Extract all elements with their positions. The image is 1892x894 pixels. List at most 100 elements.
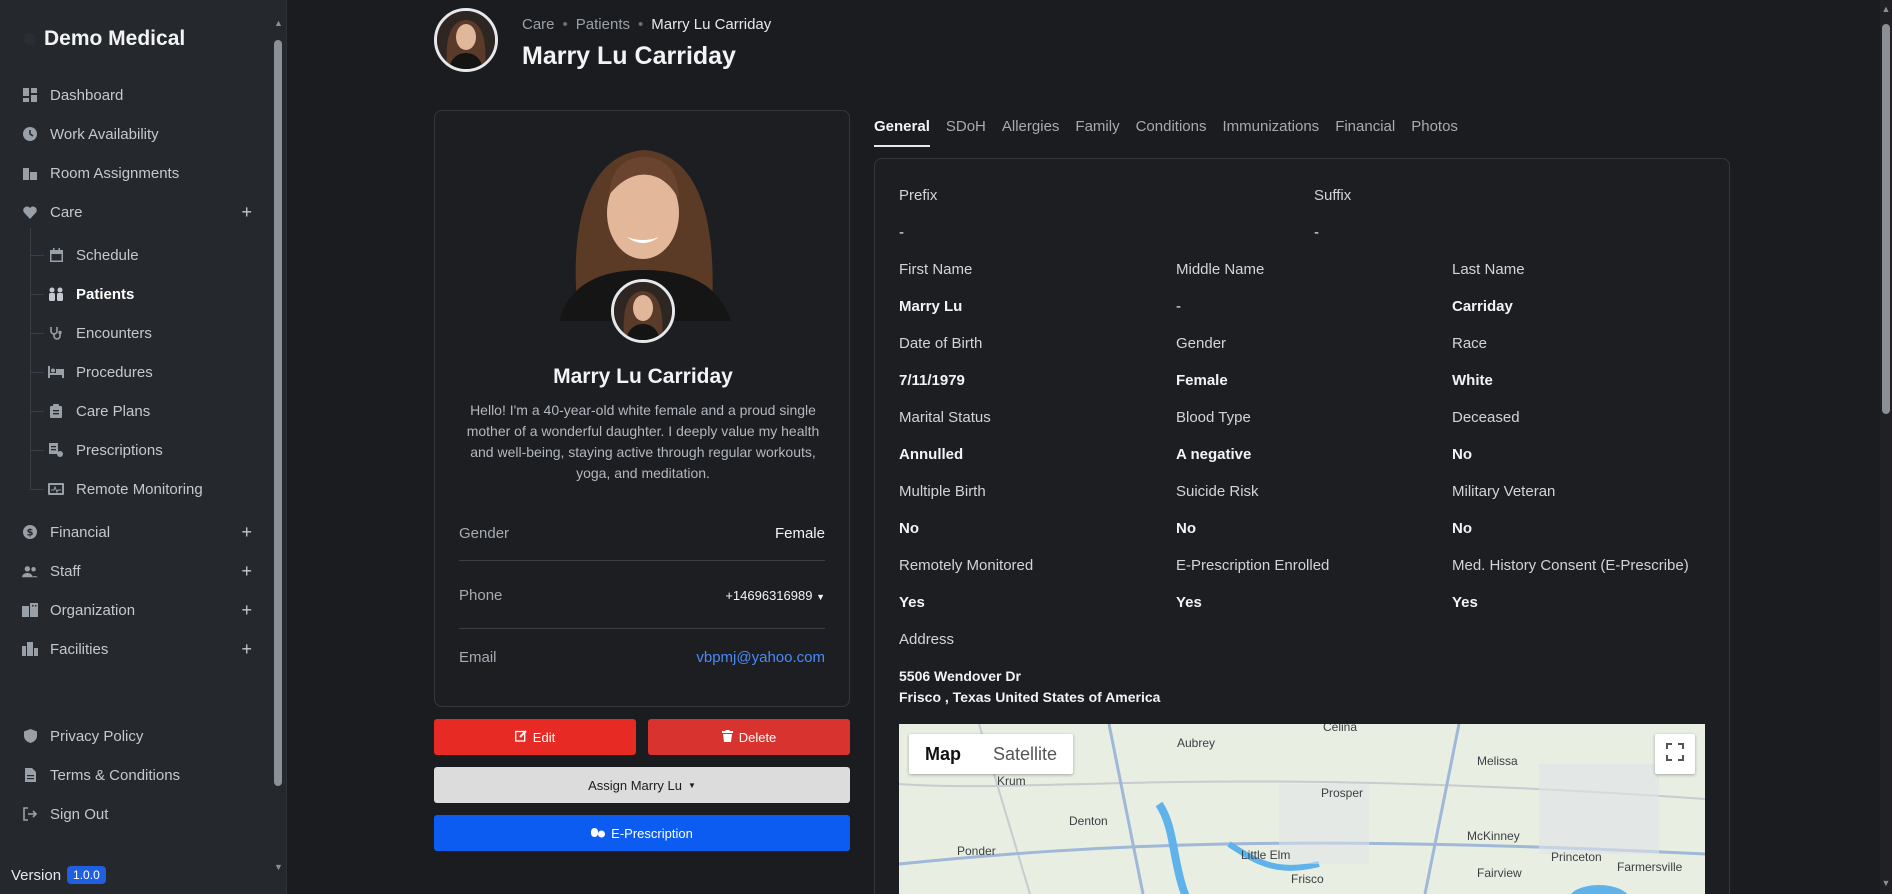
blood-type-label: Blood Type xyxy=(1176,409,1251,426)
map-place: Farmersville xyxy=(1617,860,1683,874)
dob-value: 7/11/1979 xyxy=(899,372,965,389)
map-place: Little Elm xyxy=(1241,848,1291,862)
email-link[interactable]: vbpmj@yahoo.com xyxy=(696,649,825,666)
breadcrumb-patients[interactable]: Patients xyxy=(576,16,630,33)
sidebar-item-dashboard[interactable]: Dashboard xyxy=(22,82,252,108)
last-name-label: Last Name xyxy=(1452,261,1525,278)
edit-icon xyxy=(514,729,527,745)
breadcrumb-current: Marry Lu Carriday xyxy=(651,16,772,33)
sidebar-item-care-plans[interactable]: Care Plans xyxy=(48,398,248,424)
remotely-monitored-label: Remotely Monitored xyxy=(899,557,1034,574)
delete-button[interactable]: Delete xyxy=(648,719,850,755)
sidebar-item-staff[interactable]: Staff + xyxy=(22,558,252,584)
gender-value: Female xyxy=(774,524,825,542)
tab-immunizations[interactable]: Immunizations xyxy=(1222,118,1319,147)
first-name-value: Marry Lu xyxy=(899,298,963,315)
tab-general[interactable]: General xyxy=(874,118,930,147)
middle-name-label: Middle Name xyxy=(1176,261,1265,278)
scroll-up-icon[interactable]: ▲ xyxy=(1880,4,1892,14)
tab-financial[interactable]: Financial xyxy=(1335,118,1395,147)
caret-down-icon: ▼ xyxy=(688,780,696,790)
main-scrollbar[interactable]: ▲ ▼ xyxy=(1880,0,1892,894)
map-place: Denton xyxy=(1069,814,1108,828)
edit-button[interactable]: Edit xyxy=(434,719,636,755)
map-type-toggle: Map Satellite xyxy=(909,734,1074,774)
sidebar-scrollbar[interactable]: ▲ ▼ xyxy=(274,18,283,872)
expand-financial-icon[interactable]: + xyxy=(241,523,252,541)
sidebar-item-facilities[interactable]: Facilities + xyxy=(22,636,252,662)
expand-organization-icon[interactable]: + xyxy=(241,601,252,619)
dollar-icon: $ xyxy=(22,524,38,540)
people-icon xyxy=(48,286,64,302)
svg-text:$: $ xyxy=(27,528,34,539)
gender-row: Gender Female xyxy=(459,524,825,542)
map-place: Aubrey xyxy=(1177,736,1216,750)
fullscreen-button[interactable] xyxy=(1655,734,1695,774)
main-scroll-thumb[interactable] xyxy=(1882,24,1890,414)
scroll-up-icon[interactable]: ▲ xyxy=(274,18,283,28)
blood-type-value: A negative xyxy=(1176,446,1252,463)
tab-photos[interactable]: Photos xyxy=(1411,118,1458,147)
erx-enrolled-value: Yes xyxy=(1176,594,1202,611)
remotely-monitored-value: Yes xyxy=(899,594,925,611)
sidebar-scroll-thumb[interactable] xyxy=(274,40,282,786)
users-icon xyxy=(22,563,38,579)
avatar xyxy=(434,8,498,72)
prescription-icon xyxy=(48,442,64,458)
expand-care-icon[interactable]: + xyxy=(241,203,252,221)
tab-sdoh[interactable]: SDoH xyxy=(946,118,986,147)
breadcrumb-care[interactable]: Care xyxy=(522,16,555,33)
scroll-down-icon[interactable]: ▼ xyxy=(1880,878,1892,888)
breadcrumb: Care • Patients • Marry Lu Carriday xyxy=(522,16,772,33)
map-place: McKinney xyxy=(1467,829,1520,843)
sidebar-item-work-availability[interactable]: Work Availability xyxy=(22,121,252,147)
stethoscope-icon xyxy=(48,325,64,341)
map-place: Fairview xyxy=(1477,866,1522,880)
version-info: Version 1.0.0 xyxy=(11,866,106,884)
marital-status-label: Marital Status xyxy=(899,409,991,426)
tabs: General SDoH Allergies Family Conditions… xyxy=(874,118,1458,147)
expand-staff-icon[interactable]: + xyxy=(241,562,252,580)
sidebar-item-sign-out[interactable]: Sign Out xyxy=(22,801,252,827)
sidebar-item-procedures[interactable]: Procedures xyxy=(48,359,248,385)
sidebar-item-terms[interactable]: Terms & Conditions xyxy=(22,762,252,788)
military-veteran-label: Military Veteran xyxy=(1452,483,1556,500)
building-icon xyxy=(22,165,38,181)
map[interactable]: Map Satellite Aubrey Celina Melissa Krum… xyxy=(899,724,1705,894)
map-button[interactable]: Map xyxy=(909,734,977,774)
sidebar-item-care[interactable]: Care + xyxy=(22,199,252,225)
sidebar-item-patients[interactable]: Patients xyxy=(48,281,248,307)
phone-dropdown[interactable]: +14696316989 ▼ xyxy=(725,588,825,603)
tab-conditions[interactable]: Conditions xyxy=(1136,118,1207,147)
email-row: Email vbpmj@yahoo.com xyxy=(459,648,825,666)
sidebar-item-encounters[interactable]: Encounters xyxy=(48,320,248,346)
brand[interactable]: Demo Medical xyxy=(24,24,185,54)
fullscreen-icon xyxy=(1666,743,1684,765)
scroll-down-icon[interactable]: ▼ xyxy=(274,862,283,872)
suffix-label: Suffix xyxy=(1314,187,1352,204)
consent-value: Yes xyxy=(1452,594,1478,611)
sidebar-item-prescriptions[interactable]: Prescriptions xyxy=(48,437,248,463)
sidebar-item-remote-monitoring[interactable]: Remote Monitoring xyxy=(48,476,248,502)
e-prescription-button[interactable]: E-Prescription xyxy=(434,815,850,851)
middle-name-value: - xyxy=(1176,298,1181,315)
sidebar-item-schedule[interactable]: Schedule xyxy=(48,242,248,268)
sidebar-item-privacy-policy[interactable]: Privacy Policy xyxy=(22,723,252,749)
sidebar-item-financial[interactable]: $ Financial + xyxy=(22,519,252,545)
first-name-label: First Name xyxy=(899,261,973,278)
satellite-button[interactable]: Satellite xyxy=(977,734,1073,774)
assign-dropdown-button[interactable]: Assign Marry Lu ▼ xyxy=(434,767,850,803)
map-place: Princeton xyxy=(1551,850,1602,864)
sidebar-item-organization[interactable]: Organization + xyxy=(22,597,252,623)
race-value: White xyxy=(1452,372,1493,389)
prefix-label: Prefix xyxy=(899,187,938,204)
expand-facilities-icon[interactable]: + xyxy=(241,640,252,658)
gender-value: Female xyxy=(1176,372,1228,389)
monitor-icon xyxy=(48,481,64,497)
suffix-value: - xyxy=(1314,224,1319,241)
sidebar-item-room-assignments[interactable]: Room Assignments xyxy=(22,160,252,186)
organization-icon xyxy=(22,602,38,618)
tab-family[interactable]: Family xyxy=(1075,118,1119,147)
race-label: Race xyxy=(1452,335,1488,352)
tab-allergies[interactable]: Allergies xyxy=(1002,118,1060,147)
